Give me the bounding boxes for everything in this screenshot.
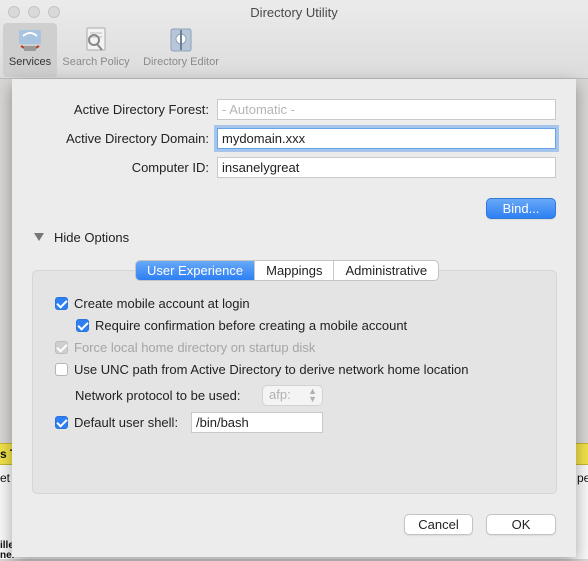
tab-mappings[interactable]: Mappings xyxy=(255,261,335,280)
options-tab-bar: User Experience Mappings Administrative xyxy=(135,260,440,281)
window-titlebar: Directory Utility Services Search Policy… xyxy=(0,0,588,79)
network-protocol-label: Network protocol to be used: xyxy=(75,388,241,403)
computer-id-field[interactable]: insanelygreat xyxy=(217,157,556,178)
toolbar-label: Directory Editor xyxy=(143,56,219,68)
computer-id-label: Computer ID: xyxy=(131,160,209,175)
disclosure-triangle-icon xyxy=(34,233,44,241)
popup-arrows-icon: ▲ ▼ xyxy=(308,386,317,404)
directory-editor-icon xyxy=(170,28,192,52)
bind-button[interactable]: Bind... xyxy=(486,198,556,219)
force-local-home-checkbox xyxy=(55,341,68,354)
toolbar-search-policy[interactable]: Search Policy xyxy=(59,23,133,77)
default-shell-field[interactable]: /bin/bash xyxy=(191,412,323,433)
cancel-button[interactable]: Cancel xyxy=(404,514,473,535)
force-local-home-label: Force local home directory on startup di… xyxy=(74,340,316,355)
require-confirmation-label: Require confirmation before creating a m… xyxy=(95,318,408,333)
network-protocol-value: afp: xyxy=(269,387,291,402)
ok-button[interactable]: OK xyxy=(486,514,556,535)
use-unc-option[interactable]: Use UNC path from Active Directory to de… xyxy=(55,362,469,377)
mobile-account-label: Create mobile account at login xyxy=(74,296,250,311)
forest-label: Active Directory Forest: xyxy=(73,102,209,117)
search-policy-icon xyxy=(86,27,106,51)
default-shell-checkbox[interactable] xyxy=(55,416,68,429)
toolbar-services[interactable]: Services xyxy=(3,23,57,77)
tab-user-experience[interactable]: User Experience xyxy=(136,261,256,280)
use-unc-label: Use UNC path from Active Directory to de… xyxy=(74,362,469,377)
window-title: Directory Utility xyxy=(250,5,338,20)
require-confirmation-option[interactable]: Require confirmation before creating a m… xyxy=(76,318,407,333)
hide-options-toggle[interactable]: Hide Options xyxy=(34,230,129,245)
hide-options-label: Hide Options xyxy=(54,230,130,245)
domain-label: Active Directory Domain: xyxy=(65,131,209,146)
default-shell-option[interactable]: Default user shell: xyxy=(55,415,178,430)
options-sheet: Active Directory Forest: - Automatic - A… xyxy=(12,79,576,557)
background-text: pe xyxy=(577,471,588,485)
domain-field[interactable]: mydomain.xxx xyxy=(217,128,556,149)
mobile-account-checkbox[interactable] xyxy=(55,297,68,310)
default-shell-label: Default user shell: xyxy=(74,415,179,430)
toolbar-directory-editor[interactable]: Directory Editor xyxy=(137,23,225,77)
require-confirmation-checkbox[interactable] xyxy=(76,319,89,332)
mobile-account-option[interactable]: Create mobile account at login xyxy=(55,296,250,311)
toolbar-label: Services xyxy=(8,56,52,68)
services-icon xyxy=(19,30,41,51)
network-protocol-popup: afp: ▲ ▼ xyxy=(262,385,323,406)
background-text: et xyxy=(0,471,11,485)
tab-administrative[interactable]: Administrative xyxy=(334,261,438,280)
use-unc-checkbox[interactable] xyxy=(55,363,68,376)
forest-field[interactable]: - Automatic - xyxy=(217,99,556,120)
force-local-home-option: Force local home directory on startup di… xyxy=(55,340,315,355)
toolbar-label: Search Policy xyxy=(62,56,130,68)
